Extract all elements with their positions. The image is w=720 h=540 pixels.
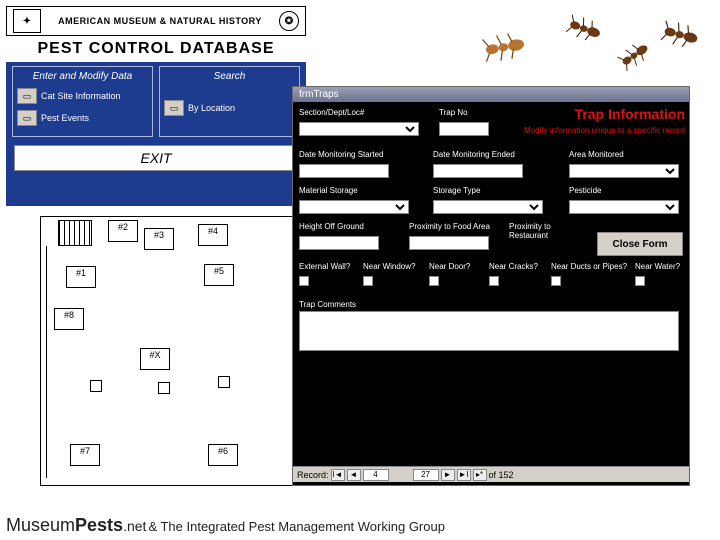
app-title: PEST CONTROL DATABASE bbox=[6, 36, 306, 62]
nav-new-button[interactable]: ▸* bbox=[473, 469, 487, 481]
lbl-date-end: Date Monitoring Ended bbox=[433, 150, 543, 159]
rec-label: Record: bbox=[297, 470, 329, 480]
input-date-end[interactable] bbox=[433, 164, 523, 178]
input-height[interactable] bbox=[299, 236, 379, 250]
btn-pest-label: Pest Events bbox=[41, 113, 89, 123]
main-menu-panel: ✦ AMERICAN MUSEUM & NATURAL HISTORY ✪ PE… bbox=[6, 6, 306, 206]
brand-pests: Pests bbox=[75, 515, 123, 535]
lbl-material: Material Storage bbox=[299, 186, 419, 195]
chk-near-ducts[interactable] bbox=[551, 276, 561, 286]
select-storage[interactable] bbox=[433, 200, 543, 214]
btn-by-location[interactable]: ▭ By Location bbox=[164, 100, 295, 116]
secondary-logo-icon: ✪ bbox=[279, 11, 299, 31]
lbl-food: Proximity to Food Area bbox=[409, 222, 509, 231]
lbl-area: Area Monitored bbox=[569, 150, 679, 159]
room-x: #X bbox=[140, 348, 170, 370]
col-title-search: Search bbox=[164, 71, 295, 82]
input-trapno[interactable] bbox=[439, 122, 489, 136]
select-section[interactable] bbox=[299, 122, 419, 136]
rec-total: of 152 bbox=[489, 470, 514, 480]
chk-near-window[interactable] bbox=[363, 276, 373, 286]
rec-current[interactable]: 4 bbox=[363, 469, 389, 481]
menu-column-enter: Enter and Modify Data ▭ Cat Site Informa… bbox=[12, 66, 153, 137]
room-4: #4 bbox=[198, 224, 228, 246]
marker bbox=[90, 380, 102, 392]
room-7: #7 bbox=[70, 444, 100, 466]
trap-form-window: frmTraps Trap Information Modify informa… bbox=[292, 86, 690, 486]
lbl-comments: Trap Comments bbox=[299, 300, 679, 309]
brand-net: .net bbox=[123, 518, 146, 534]
lbl-trapno: Trap No bbox=[439, 108, 509, 117]
chk-ext-wall[interactable] bbox=[299, 276, 309, 286]
col-title-enter: Enter and Modify Data bbox=[17, 71, 148, 82]
form-icon: ▭ bbox=[164, 100, 184, 116]
footer-text: & The Integrated Pest Management Working… bbox=[148, 519, 445, 534]
brand-museum: Museum bbox=[6, 515, 75, 535]
nav-last-button[interactable]: ►I bbox=[457, 469, 471, 481]
lbl-pesticide: Pesticide bbox=[569, 186, 679, 195]
amnh-logo-icon: ✦ bbox=[13, 9, 41, 33]
marker bbox=[158, 382, 170, 394]
stairs-icon bbox=[58, 220, 92, 246]
textarea-comments[interactable] bbox=[299, 311, 679, 351]
floor-plan: #2 #3 #4 #1 #5 #8 #X #7 #6 bbox=[40, 216, 300, 486]
lbl-near-window: Near Window? bbox=[363, 262, 423, 271]
nav-prev-button[interactable]: ◄ bbox=[347, 469, 361, 481]
input-food[interactable] bbox=[409, 236, 489, 250]
lbl-date-start: Date Monitoring Started bbox=[299, 150, 409, 159]
lbl-near-cracks: Near Cracks? bbox=[489, 262, 549, 271]
lbl-near-ducts: Near Ducts or Pipes? bbox=[551, 262, 633, 271]
menu-header: ✦ AMERICAN MUSEUM & NATURAL HISTORY ✪ bbox=[6, 6, 306, 36]
room-5: #5 bbox=[204, 264, 234, 286]
chk-near-water[interactable] bbox=[635, 276, 645, 286]
lbl-storage: Storage Type bbox=[433, 186, 553, 195]
window-titlebar[interactable]: frmTraps bbox=[293, 87, 689, 102]
footer: MuseumPests.net & The Integrated Pest Ma… bbox=[6, 515, 714, 536]
input-date-start[interactable] bbox=[299, 164, 389, 178]
form-heading: Trap Information bbox=[575, 106, 685, 122]
close-form-button[interactable]: Close Form bbox=[597, 232, 683, 256]
select-area[interactable] bbox=[569, 164, 679, 178]
menu-column-search: Search ▭ By Location bbox=[159, 66, 300, 137]
btn-trap-label: Cat Site Information bbox=[41, 91, 121, 101]
nav-first-button[interactable]: I◄ bbox=[331, 469, 345, 481]
record-navigator: Record: I◄ ◄ 4 27 ► ►I ▸* of 152 bbox=[293, 466, 689, 482]
ant-image bbox=[480, 2, 710, 82]
lbl-ext-wall: External Wall? bbox=[299, 262, 359, 271]
lbl-section: Section/Dept/Loc# bbox=[299, 108, 429, 117]
room-3: #3 bbox=[144, 228, 174, 250]
marker bbox=[218, 376, 230, 388]
chk-near-door[interactable] bbox=[429, 276, 439, 286]
exit-button[interactable]: EXIT bbox=[14, 145, 298, 171]
room-6: #6 bbox=[208, 444, 238, 466]
room-2: #2 bbox=[108, 220, 138, 242]
lbl-near-door: Near Door? bbox=[429, 262, 485, 271]
rec-position: 27 bbox=[413, 469, 439, 481]
btn-location-label: By Location bbox=[188, 103, 235, 113]
room-1: #1 bbox=[66, 266, 96, 288]
form-icon: ▭ bbox=[17, 110, 37, 126]
lbl-height: Height Off Ground bbox=[299, 222, 399, 231]
btn-pest-events[interactable]: ▭ Pest Events bbox=[17, 110, 148, 126]
amnh-org-name: AMERICAN MUSEUM & NATURAL HISTORY bbox=[47, 16, 273, 26]
select-material[interactable] bbox=[299, 200, 409, 214]
form-subheading: Modify information unique to a specific … bbox=[524, 126, 685, 135]
btn-trap-info[interactable]: ▭ Cat Site Information bbox=[17, 88, 148, 104]
form-icon: ▭ bbox=[17, 88, 37, 104]
nav-next-button[interactable]: ► bbox=[441, 469, 455, 481]
select-pesticide[interactable] bbox=[569, 200, 679, 214]
chk-near-cracks[interactable] bbox=[489, 276, 499, 286]
room-8: #8 bbox=[54, 308, 84, 330]
lbl-near-water: Near Water? bbox=[635, 262, 687, 271]
lbl-restaurant: Proximity to Restaurant bbox=[509, 222, 589, 240]
